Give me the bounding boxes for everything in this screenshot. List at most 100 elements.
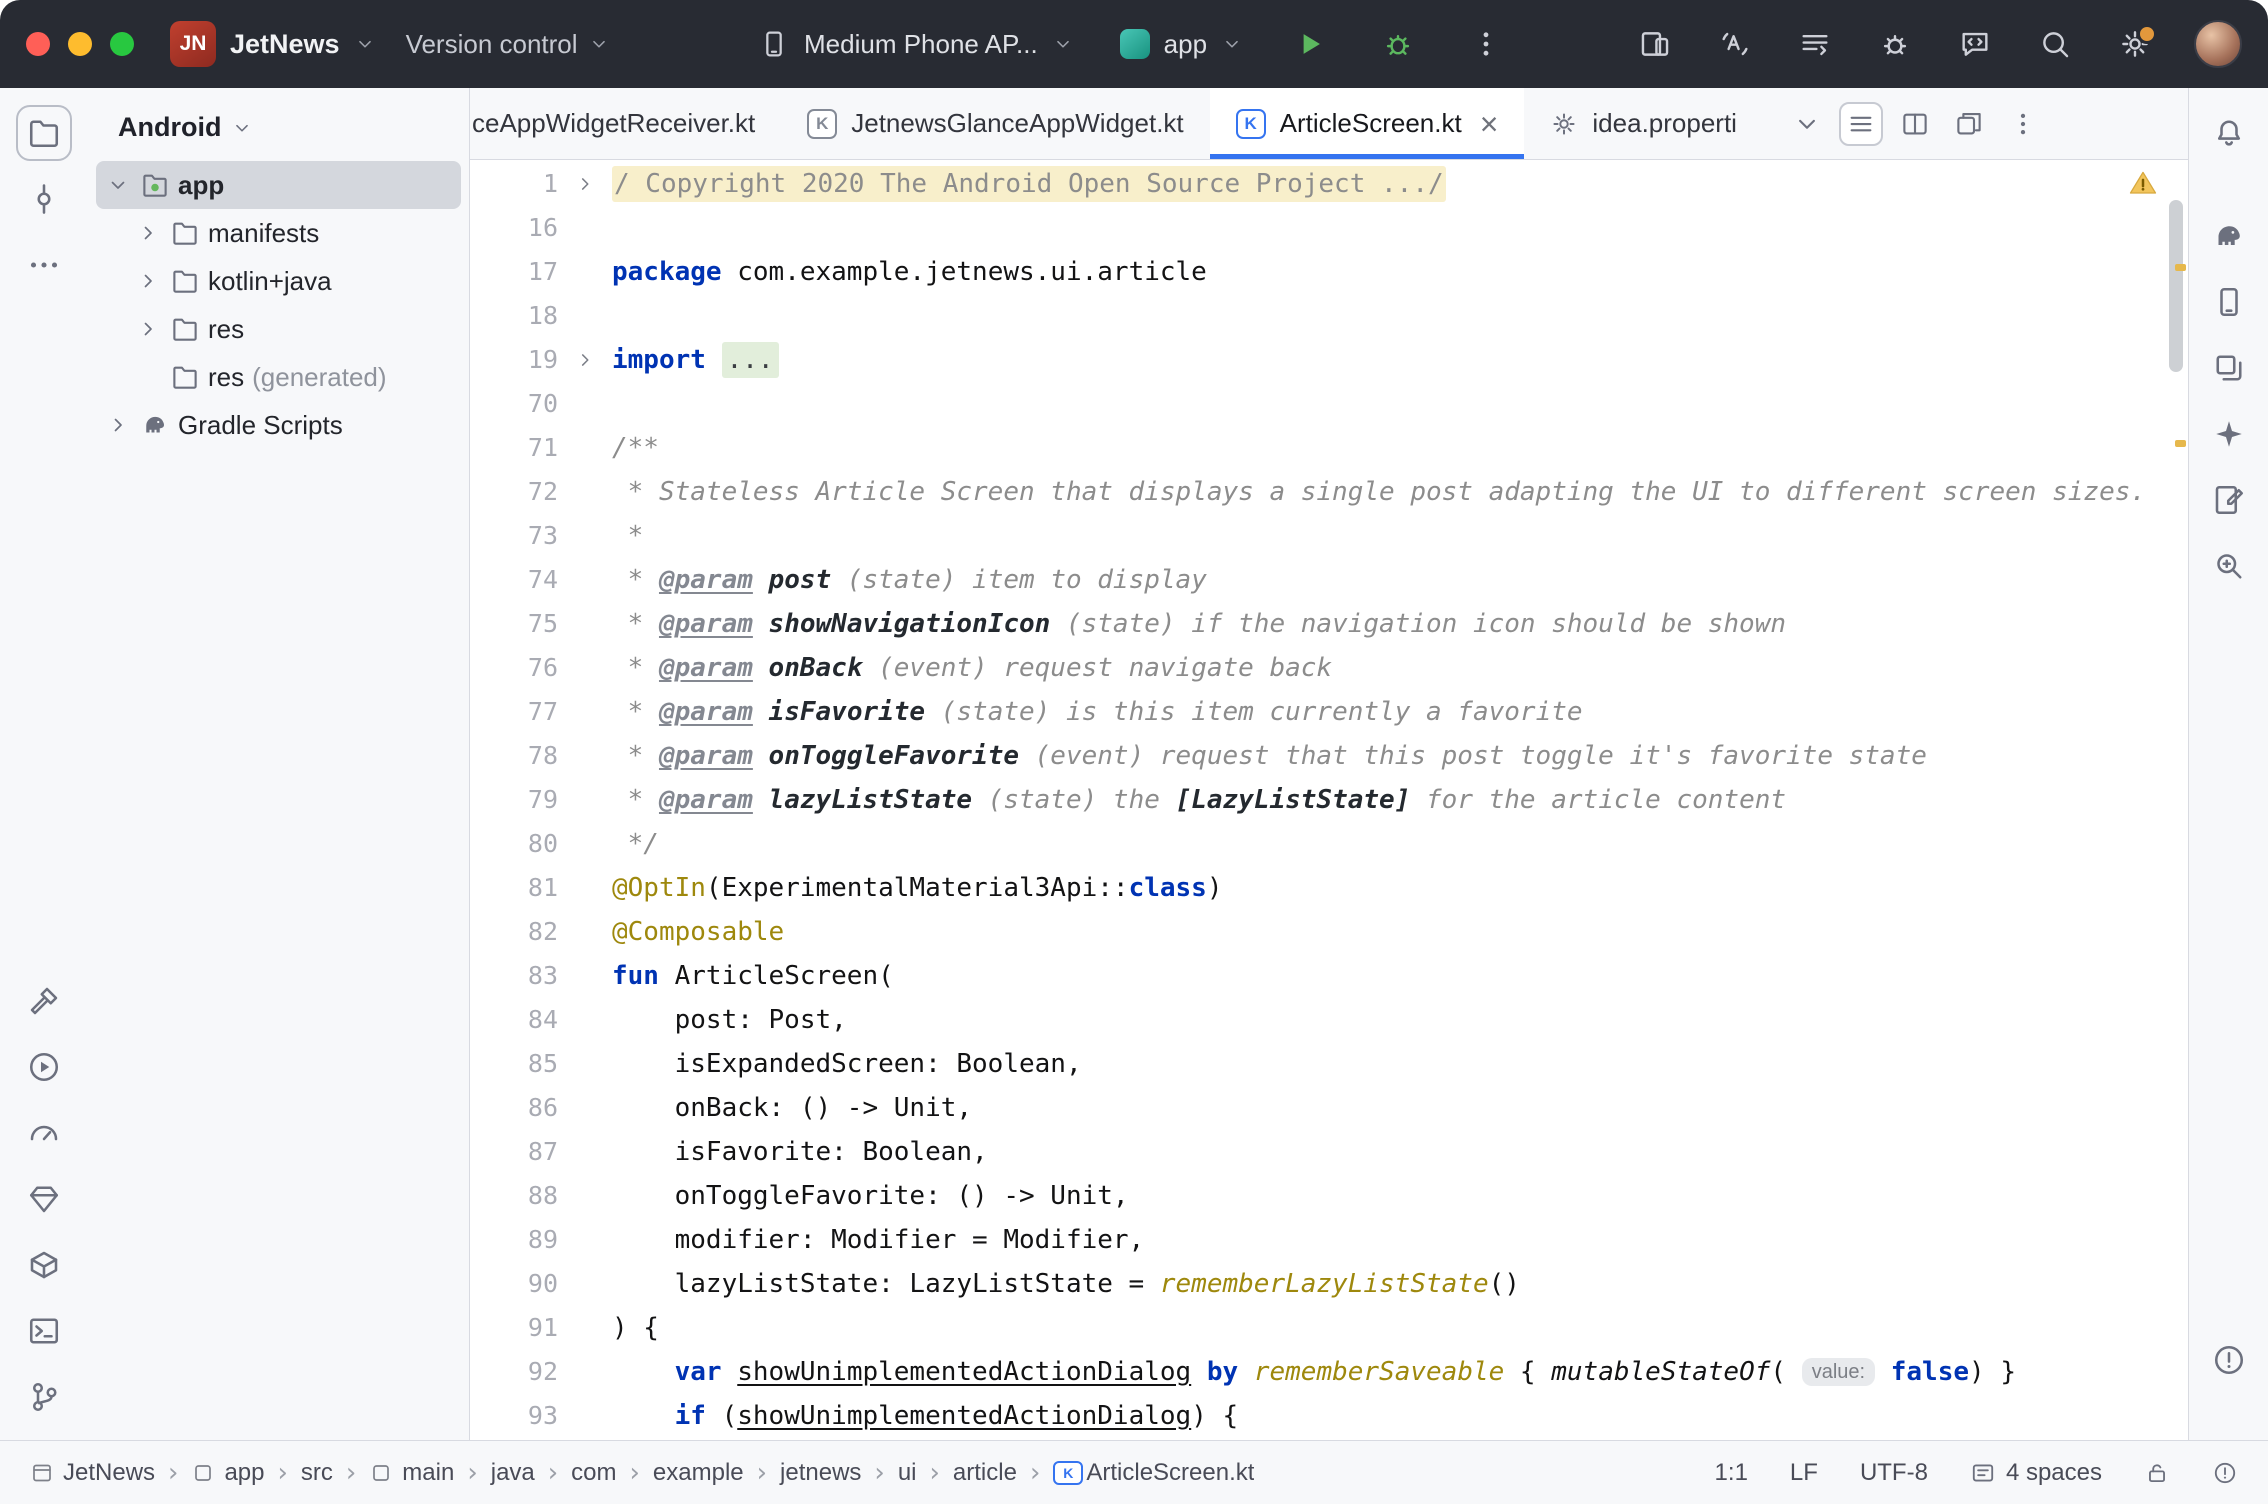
- line-number[interactable]: 91: [470, 1306, 558, 1350]
- chevron-down-icon[interactable]: [104, 171, 132, 199]
- gemini-chat-icon[interactable]: [1954, 23, 1996, 65]
- fold-arrow-icon[interactable]: [558, 349, 612, 371]
- tool-device-manager-phone-icon[interactable]: [2201, 274, 2257, 330]
- warning-stripe-mark[interactable]: [2175, 440, 2186, 447]
- code-line-79[interactable]: 79 * @param lazyListState (state) the [L…: [470, 778, 2188, 822]
- code-line-1[interactable]: 1/ Copyright 2020 The Android Open Sourc…: [470, 162, 2188, 206]
- run-config-selector[interactable]: app: [1120, 29, 1243, 60]
- code-line-18[interactable]: 18: [470, 294, 2188, 338]
- tool-git-branch-icon[interactable]: [16, 1369, 72, 1425]
- line-number[interactable]: 82: [470, 910, 558, 954]
- code-line-74[interactable]: 74 * @param post (state) item to display: [470, 558, 2188, 602]
- line-number[interactable]: 1: [470, 162, 558, 206]
- problems-status-icon[interactable]: [2212, 1460, 2238, 1486]
- tree-item-manifests[interactable]: manifests: [96, 209, 461, 257]
- code-line-82[interactable]: 82@Composable: [470, 910, 2188, 954]
- code-line-81[interactable]: 81@OptIn(ExperimentalMaterial3Api::class…: [470, 866, 2188, 910]
- tab-list-icon[interactable]: [1839, 102, 1883, 146]
- code-line-16[interactable]: 16: [470, 206, 2188, 250]
- insights-bug-icon[interactable]: [1874, 23, 1916, 65]
- line-number[interactable]: 17: [470, 250, 558, 294]
- indent-widget[interactable]: 4 spaces: [1970, 1459, 2102, 1487]
- crumb-java[interactable]: java: [491, 1459, 535, 1487]
- line-number[interactable]: 92: [470, 1350, 558, 1394]
- crumb-ui[interactable]: ui: [898, 1459, 917, 1487]
- code-line-17[interactable]: 17package com.example.jetnews.ui.article: [470, 250, 2188, 294]
- line-number[interactable]: 86: [470, 1086, 558, 1130]
- tree-item-app[interactable]: app: [96, 161, 461, 209]
- line-number[interactable]: 79: [470, 778, 558, 822]
- line-number[interactable]: 77: [470, 690, 558, 734]
- code-line-83[interactable]: 83fun ArticleScreen(: [470, 954, 2188, 998]
- crumb-src[interactable]: src: [301, 1459, 333, 1487]
- tree-item-gradle-scripts[interactable]: Gradle Scripts: [96, 401, 461, 449]
- tool-run-circle-icon[interactable]: [16, 1039, 72, 1095]
- chevron-right-icon[interactable]: [134, 267, 162, 295]
- crumb-main[interactable]: main: [369, 1459, 454, 1487]
- chevron-right-icon[interactable]: [134, 219, 162, 247]
- code-line-73[interactable]: 73 *: [470, 514, 2188, 558]
- tool-more-horizontal-icon[interactable]: [16, 237, 72, 293]
- line-number[interactable]: 88: [470, 1174, 558, 1218]
- tool-profiler-speedometer-icon[interactable]: [16, 1105, 72, 1161]
- crumb-app[interactable]: app: [191, 1459, 264, 1487]
- fold-arrow-icon[interactable]: [558, 173, 612, 195]
- tab-idea-properti[interactable]: idea.properti: [1524, 88, 1763, 159]
- tool-project-folder-icon[interactable]: [16, 105, 72, 161]
- editor-scrollbar-thumb[interactable]: [2169, 200, 2183, 372]
- line-number[interactable]: 89: [470, 1218, 558, 1262]
- crumb-jetnews[interactable]: jetnews: [780, 1459, 861, 1487]
- line-number[interactable]: 78: [470, 734, 558, 778]
- line-number[interactable]: 70: [470, 382, 558, 426]
- tool-problems-circle-icon[interactable]: [2201, 1332, 2257, 1388]
- tab-ceappwidgetreceiver-kt[interactable]: ceAppWidgetReceiver.kt: [470, 88, 781, 159]
- tab-jetnewsglanceappwidget-kt[interactable]: KJetnewsGlanceAppWidget.kt: [781, 88, 1209, 159]
- line-number[interactable]: 18: [470, 294, 558, 338]
- line-number[interactable]: 93: [470, 1394, 558, 1438]
- line-number[interactable]: 87: [470, 1130, 558, 1174]
- tool-app-inspection-diamond-icon[interactable]: [16, 1171, 72, 1227]
- open-window-icon[interactable]: [1947, 102, 1991, 146]
- line-number[interactable]: 84: [470, 998, 558, 1042]
- line-number[interactable]: 71: [470, 426, 558, 470]
- tree-item-kotlin-java[interactable]: kotlin+java: [96, 257, 461, 305]
- hidden-tabs-chevron-icon[interactable]: [1785, 102, 1829, 146]
- crumb-article[interactable]: article: [953, 1459, 1017, 1487]
- crumb-com[interactable]: com: [571, 1459, 616, 1487]
- crumb-jetnews[interactable]: JetNews: [30, 1459, 155, 1487]
- run-button[interactable]: [1289, 23, 1331, 65]
- code-line-78[interactable]: 78 * @param onToggleFavorite (event) req…: [470, 734, 2188, 778]
- line-number[interactable]: 76: [470, 646, 558, 690]
- code-line-76[interactable]: 76 * @param onBack (event) request navig…: [470, 646, 2188, 690]
- line-number[interactable]: 16: [470, 206, 558, 250]
- line-number[interactable]: 75: [470, 602, 558, 646]
- code-line-75[interactable]: 75 * @param showNavigationIcon (state) i…: [470, 602, 2188, 646]
- line-number[interactable]: 90: [470, 1262, 558, 1306]
- tab-articlescreen-kt[interactable]: KArticleScreen.kt×: [1210, 88, 1525, 159]
- project-menu[interactable]: JN JetNews: [170, 21, 376, 67]
- code-line-71[interactable]: 71/**: [470, 426, 2188, 470]
- settings-gear-icon[interactable]: [2114, 23, 2156, 65]
- minimize-window-button[interactable]: [68, 32, 92, 56]
- code-line-72[interactable]: 72 * Stateless Article Screen that displ…: [470, 470, 2188, 514]
- device-selector[interactable]: Medium Phone AP...: [758, 28, 1074, 60]
- zoom-window-button[interactable]: [110, 32, 134, 56]
- crumb-example[interactable]: example: [653, 1459, 744, 1487]
- tool-gradle-elephant-icon[interactable]: [2201, 208, 2257, 264]
- code-line-77[interactable]: 77 * @param isFavorite (state) is this i…: [470, 690, 2188, 734]
- code-line-86[interactable]: 86 onBack: () -> Unit,: [470, 1086, 2188, 1130]
- tool-gemini-star-icon[interactable]: [2201, 406, 2257, 462]
- project-view-selector[interactable]: Android: [88, 94, 469, 161]
- tool-running-devices-layers-icon[interactable]: [2201, 340, 2257, 396]
- line-number[interactable]: 74: [470, 558, 558, 602]
- chevron-right-icon[interactable]: [134, 315, 162, 343]
- more-run-actions-button[interactable]: [1465, 23, 1507, 65]
- debug-button[interactable]: [1377, 23, 1419, 65]
- code-line-87[interactable]: 87 isFavorite: Boolean,: [470, 1130, 2188, 1174]
- tool-terminal-icon[interactable]: [16, 1303, 72, 1359]
- code-line-89[interactable]: 89 modifier: Modifier = Modifier,: [470, 1218, 2188, 1262]
- close-window-button[interactable]: [26, 32, 50, 56]
- tool-compose-pencil-icon[interactable]: [2201, 472, 2257, 528]
- code-line-90[interactable]: 90 lazyListState: LazyListState = rememb…: [470, 1262, 2188, 1306]
- split-editor-icon[interactable]: [1893, 102, 1937, 146]
